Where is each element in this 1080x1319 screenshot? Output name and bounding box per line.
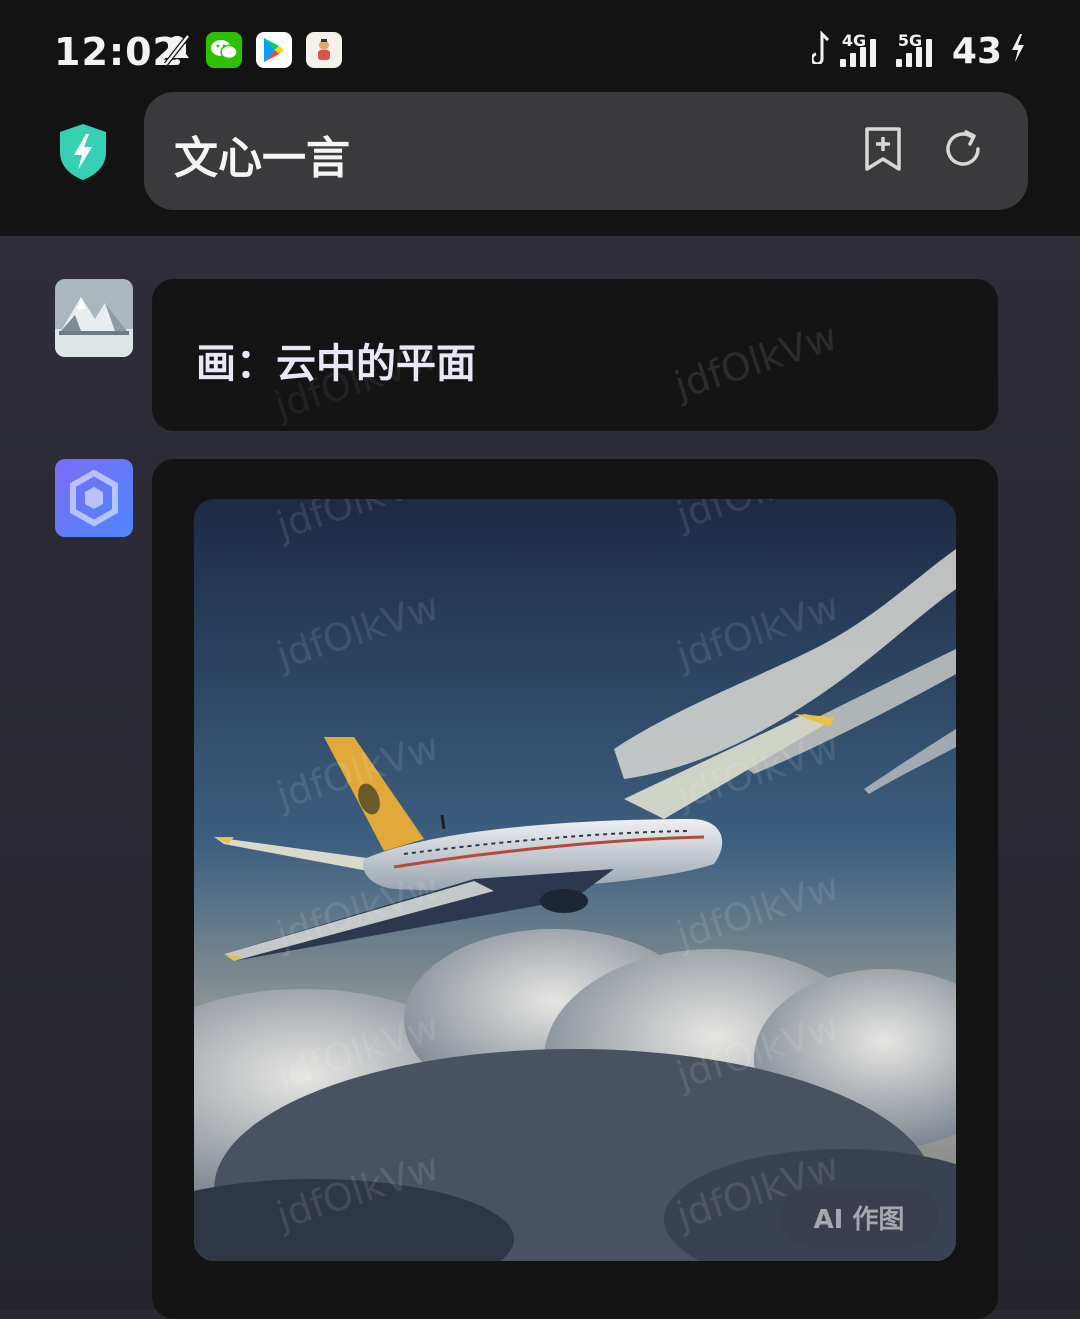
bluetooth-icon [810, 30, 832, 73]
network-label-1: 4G [841, 30, 867, 50]
refresh-icon [946, 130, 980, 166]
add-bookmark-button[interactable] [860, 124, 906, 174]
page-title: 文心一言 [174, 133, 350, 184]
user-avatar[interactable] [55, 279, 133, 357]
shield-icon[interactable] [56, 122, 110, 182]
generated-image[interactable]: jdfOlkVw jdfOlkVw jdfOlkVw jdfOlkVw jdfO… [194, 499, 956, 1261]
chat-area[interactable]: 画：云中的平面 jdfOlkVw jdfOlkVw AI 作图 [0, 236, 1080, 1319]
app-avatar-icon [306, 32, 342, 68]
charging-icon [1010, 31, 1026, 72]
battery-level: 43 [951, 31, 1002, 72]
user-message-bubble: 画：云中的平面 jdfOlkVw jdfOlkVw [152, 279, 998, 431]
bot-avatar[interactable] [55, 459, 133, 537]
browser-header: 文心一言 [0, 92, 1080, 236]
status-notifications [162, 32, 342, 68]
signal-4g-icon: 4G [839, 31, 876, 67]
wechat-icon [206, 32, 242, 68]
watermark-text: jdfOlkVw [669, 314, 843, 408]
play-store-icon [256, 32, 292, 68]
network-label-2: 5G [897, 30, 923, 50]
signal-5g-icon: 5G [895, 31, 932, 67]
mute-bell-icon [162, 33, 192, 67]
address-bar[interactable]: 文心一言 [144, 92, 1028, 210]
user-message-text: 画：云中的平面 [196, 341, 476, 387]
ai-image-badge: AI 作图 [780, 1187, 938, 1247]
bot-message-bubble: jdfOlkVw jdfOlkVw jdfOlkVw jdfOlkVw jdfO… [152, 459, 998, 1319]
status-system: 4G 5G 43 [810, 30, 1026, 73]
status-bar: 12:02 4G 5G 43 [0, 0, 1080, 100]
refresh-button[interactable] [940, 124, 986, 174]
bookmark-add-icon [865, 127, 901, 171]
